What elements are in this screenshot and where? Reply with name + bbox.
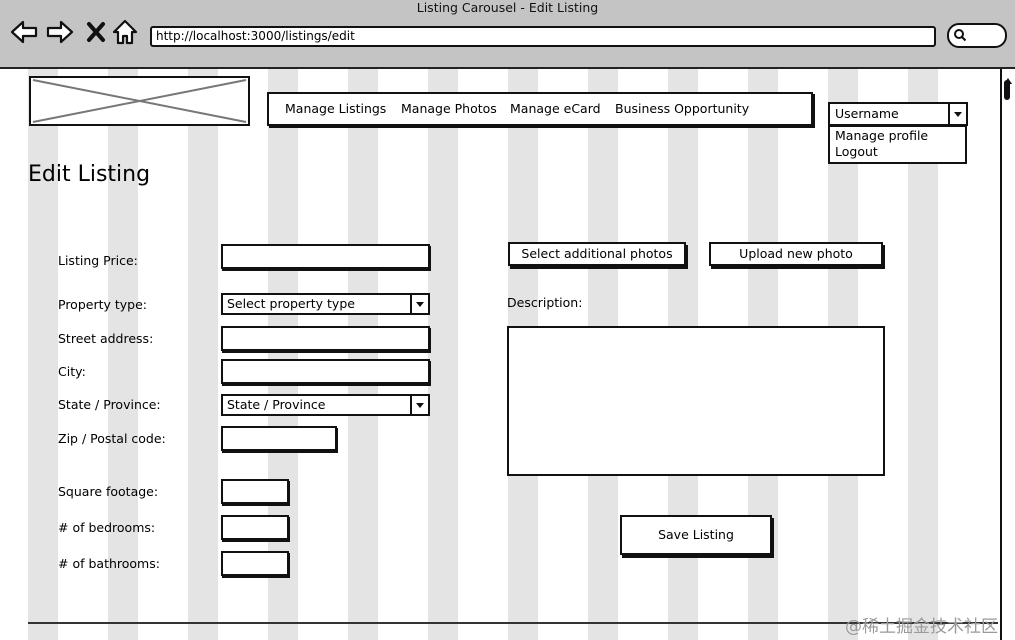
nav-manage-listings[interactable]: Manage Listings [285,101,386,117]
description-label: Description: [507,295,583,310]
nav-manage-photos[interactable]: Manage Photos [401,101,497,117]
image-placeholder-icon [29,76,250,126]
chevron-down-icon[interactable] [410,396,428,414]
square-footage-label: Square footage: [58,484,159,499]
home-icon[interactable] [110,17,140,47]
chevron-down-icon[interactable] [410,295,428,313]
search-icon [954,29,967,42]
zip-postal-code-input[interactable] [221,426,337,451]
state-province-select[interactable]: State / Province [221,394,430,416]
bathrooms-input[interactable] [221,551,289,576]
nav-business-opportunity[interactable]: Business Opportunity [615,101,749,117]
forward-arrow-icon[interactable] [45,17,75,47]
chevron-down-icon[interactable] [948,104,966,124]
browser-search-field[interactable] [947,23,1007,48]
upload-new-photo-button[interactable]: Upload new photo [709,242,883,266]
user-menu: Manage profile Logout [828,125,967,164]
save-listing-button[interactable]: Save Listing [620,515,772,555]
user-dropdown[interactable]: Username [828,102,968,126]
state-province-label: State / Province: [58,397,161,412]
square-footage-input[interactable] [221,479,289,504]
property-type-label: Property type: [58,297,148,312]
description-textarea[interactable] [507,326,885,476]
back-arrow-icon[interactable] [9,17,39,47]
property-type-value: Select property type [227,296,355,311]
select-additional-photos-button[interactable]: Select additional photos [508,242,686,266]
city-input[interactable] [221,359,430,384]
bathrooms-label: # of bathrooms: [58,556,160,571]
window-title: Listing Carousel - Edit Listing [416,0,599,15]
street-address-label: Street address: [58,331,154,346]
listing-price-input[interactable] [221,244,430,269]
menu-item-logout[interactable]: Logout [835,144,878,160]
listing-price-label: Listing Price: [58,253,138,268]
city-label: City: [58,364,86,379]
address-bar[interactable]: http://localhost:3000/listings/edit [150,26,936,47]
main-navigation: Manage Listings Manage Photos Manage eCa… [267,92,813,126]
user-dropdown-value: Username [835,106,899,121]
state-province-value: State / Province [227,397,326,412]
bedrooms-label: # of bedrooms: [58,520,156,535]
browser-toolbar: Listing Carousel - Edit Listing http://l… [0,0,1015,69]
watermark: @稀土掘金技术社区 [845,617,998,637]
page-title: Edit Listing [28,162,151,187]
scrollbar-thumb[interactable] [1004,80,1010,100]
property-type-select[interactable]: Select property type [221,293,430,315]
nav-manage-ecard[interactable]: Manage eCard [510,101,601,117]
menu-item-manage-profile[interactable]: Manage profile [835,128,928,144]
zip-postal-code-label: Zip / Postal code: [58,431,166,446]
vertical-scrollbar[interactable] [1000,69,1015,640]
street-address-input[interactable] [221,326,430,351]
bedrooms-input[interactable] [221,515,289,540]
stop-icon[interactable] [81,17,111,47]
